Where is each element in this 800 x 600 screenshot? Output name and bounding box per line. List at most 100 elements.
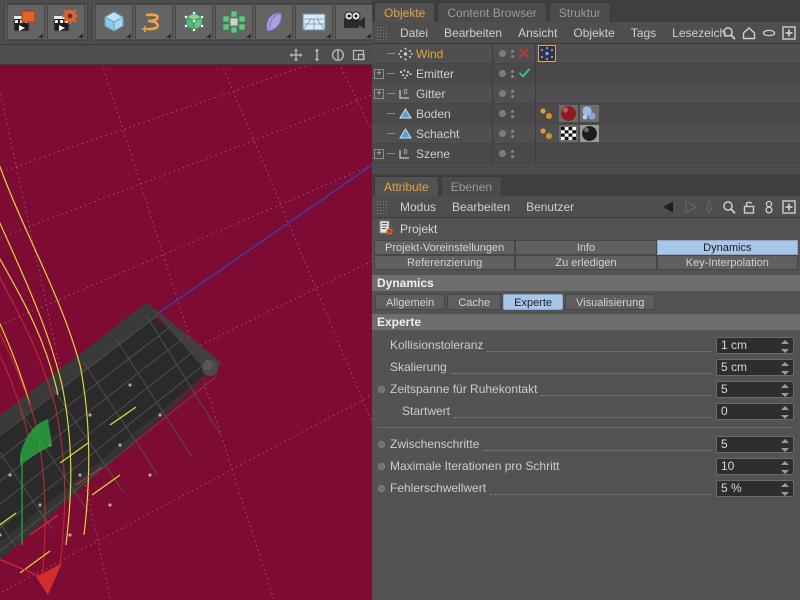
tab-ebenen[interactable]: Ebenen	[440, 176, 503, 196]
object-row-wind[interactable]: Wind	[372, 44, 800, 64]
page-button-referenzierung[interactable]: Referenzierung	[374, 255, 516, 270]
subtab-visualisierung[interactable]: Visualisierung	[565, 294, 656, 310]
object-row-boden[interactable]: Boden	[372, 103, 800, 124]
floor-button[interactable]	[295, 4, 333, 40]
emitter-object-icon[interactable]	[398, 67, 413, 81]
skalierung-input[interactable]	[717, 360, 775, 374]
zeitspanne-ruhekontakt-field[interactable]	[716, 380, 794, 398]
polygon-object-icon[interactable]	[398, 107, 413, 121]
tab-content-browser[interactable]: Content Browser	[437, 2, 547, 22]
search-icon[interactable]	[722, 26, 736, 40]
zwischenschritte-field[interactable]	[716, 435, 794, 453]
menu-bearbeiten[interactable]: Bearbeiten	[444, 196, 518, 218]
object-row-schacht[interactable]: Schacht	[372, 123, 800, 144]
page-button-projekt-voreinstellungen[interactable]: Projekt-Voreinstellungen	[374, 240, 516, 255]
startwert-field[interactable]	[716, 402, 794, 420]
dynamics-tag[interactable]	[539, 126, 557, 142]
maximale-iterationen-field[interactable]	[716, 457, 794, 475]
fehlerschwellwert-input[interactable]	[717, 481, 775, 495]
tab-attribute[interactable]: Attribute	[374, 176, 439, 196]
menu-datei[interactable]: Datei	[392, 22, 436, 44]
spinner-arrows[interactable]	[781, 339, 789, 353]
spinner-arrows[interactable]	[781, 383, 789, 397]
animation-dot[interactable]	[378, 440, 385, 448]
array-button[interactable]	[215, 4, 253, 40]
kollisionstoleranz-input[interactable]	[717, 338, 775, 352]
page-button-info[interactable]: Info	[515, 240, 657, 255]
plus-box-icon[interactable]	[782, 200, 796, 214]
wind-tag[interactable]	[538, 45, 556, 62]
pin-icon[interactable]	[702, 199, 716, 214]
menu-ansicht[interactable]: Ansicht	[510, 22, 565, 44]
chain-icon[interactable]	[762, 200, 776, 214]
eye-icon[interactable]	[762, 26, 776, 40]
object-row-szene[interactable]: + 0 Szene	[372, 143, 800, 164]
expander-plus[interactable]: +	[374, 148, 384, 159]
spinner-arrows[interactable]	[781, 482, 789, 496]
editor-visibility-dot[interactable]	[499, 130, 506, 137]
subtab-cache[interactable]: Cache	[447, 294, 502, 310]
startwert-input[interactable]	[717, 404, 775, 418]
menubar-grip[interactable]	[376, 199, 387, 214]
menu-benutzer[interactable]: Benutzer	[518, 196, 582, 218]
animation-dot[interactable]	[378, 462, 385, 470]
back-arrow-icon[interactable]	[662, 200, 676, 214]
maximize-view-icon[interactable]	[352, 48, 366, 62]
page-button-key-interpolation[interactable]: Key-Interpolation	[656, 255, 798, 270]
spline-button[interactable]	[135, 4, 173, 40]
rotate-camera-icon[interactable]	[331, 48, 345, 62]
editor-visibility-dot[interactable]	[499, 50, 506, 57]
render-visibility-dots[interactable]	[511, 129, 514, 138]
render-visibility-dots[interactable]	[511, 149, 514, 158]
null-object-icon[interactable]: 0	[398, 147, 413, 161]
render-view-button[interactable]	[7, 4, 45, 40]
menu-tags[interactable]: Tags	[623, 22, 664, 44]
object-row-gitter[interactable]: + 0 Gitter	[372, 83, 800, 104]
nurbs-button[interactable]	[175, 4, 213, 40]
tab-objekte[interactable]: Objekte	[374, 2, 436, 22]
menu-objekte[interactable]: Objekte	[565, 22, 622, 44]
skalierung-field[interactable]	[716, 358, 794, 376]
zeitspanne-ruhekontakt-input[interactable]	[717, 382, 775, 396]
camera-button[interactable]	[335, 4, 373, 40]
object-row-emitter[interactable]: + Emitter	[372, 63, 800, 84]
spinner-arrows[interactable]	[781, 438, 789, 452]
expander-plus[interactable]: +	[374, 88, 384, 99]
render-visibility-dots[interactable]	[511, 69, 514, 78]
plus-box-icon[interactable]	[782, 26, 796, 40]
render-visibility-dots[interactable]	[511, 49, 514, 58]
fehlerschwellwert-field[interactable]	[716, 479, 794, 497]
menu-bearbeiten[interactable]: Bearbeiten	[436, 22, 510, 44]
dynamics-tag[interactable]	[539, 106, 557, 122]
menu-modus[interactable]: Modus	[392, 196, 444, 218]
maximale-iterationen-input[interactable]	[717, 459, 775, 473]
move-camera-icon[interactable]	[289, 48, 303, 62]
blue-material-tag[interactable]	[580, 105, 599, 122]
animation-dot[interactable]	[378, 385, 385, 393]
checker-material-tag[interactable]	[559, 125, 578, 142]
render-settings-button[interactable]	[47, 4, 85, 40]
object-manager-tree[interactable]: Wind + Emitter + 0 Gitter Boden Schacht …	[372, 44, 800, 174]
editor-visibility-dot[interactable]	[499, 70, 506, 77]
viewport-canvas[interactable]	[0, 65, 372, 600]
lock-icon[interactable]	[742, 200, 756, 214]
render-visibility-dots[interactable]	[511, 109, 514, 118]
forward-arrow-icon[interactable]	[682, 200, 698, 214]
spinner-arrows[interactable]	[781, 361, 789, 375]
render-visibility-dots[interactable]	[511, 89, 514, 98]
page-button-zu-erledigen[interactable]: Zu erledigen	[515, 255, 657, 270]
wind-object-icon[interactable]	[398, 47, 413, 61]
enabled-check-icon[interactable]	[519, 67, 530, 81]
kollisionstoleranz-field[interactable]	[716, 336, 794, 354]
home-icon[interactable]	[742, 26, 756, 40]
editor-visibility-dot[interactable]	[499, 90, 506, 97]
menubar-grip[interactable]	[376, 25, 387, 40]
viewport-panel[interactable]	[0, 45, 372, 600]
page-button-dynamics[interactable]: Dynamics	[656, 240, 798, 255]
disabled-x-icon[interactable]	[519, 47, 529, 61]
tab-struktur[interactable]: Struktur	[548, 2, 611, 22]
zwischenschritte-input[interactable]	[717, 437, 775, 451]
editor-visibility-dot[interactable]	[499, 150, 506, 157]
editor-visibility-dot[interactable]	[499, 110, 506, 117]
spinner-arrows[interactable]	[781, 460, 789, 474]
